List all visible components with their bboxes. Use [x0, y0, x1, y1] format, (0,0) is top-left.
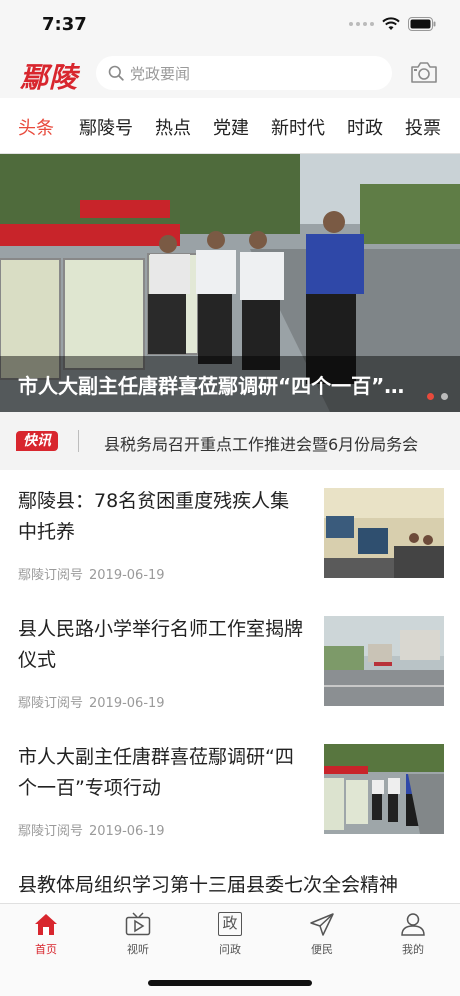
tabbar-politics[interactable]: 政 问政: [200, 912, 260, 957]
tab-hot[interactable]: 热点: [155, 114, 191, 140]
app-header: 鄢陵 党政要闻: [0, 50, 460, 98]
news-item[interactable]: 鄢陵县：78名贫困重度残疾人集中托养 鄢陵订阅号 2019-06-19: [0, 486, 460, 614]
banner-caption: 市人大副主任唐群喜莅鄢调研“四个一百”专项行动: [0, 356, 460, 412]
banner-carousel[interactable]: 市人大副主任唐群喜莅鄢调研“四个一百”专项行动: [0, 154, 460, 412]
news-source: 鄢陵订阅号: [18, 824, 84, 839]
news-thumbnail[interactable]: [324, 616, 444, 706]
news-thumbnail-image: [324, 744, 444, 834]
home-indicator: [148, 980, 312, 986]
search-icon: [108, 65, 124, 81]
app-logo: 鄢陵: [20, 61, 79, 94]
tabbar-label: 首页: [35, 943, 57, 956]
user-icon: [401, 913, 425, 936]
news-title[interactable]: 鄢陵县：78名贫困重度残疾人集中托养: [18, 486, 308, 548]
search-input[interactable]: 党政要闻: [96, 56, 392, 90]
status-time: 7:37: [42, 14, 87, 35]
carousel-indicator: [427, 393, 448, 400]
tab-yanling-account[interactable]: 鄢陵号: [79, 114, 133, 140]
search-placeholder: 党政要闻: [130, 64, 191, 83]
home-icon: [35, 914, 57, 935]
camera-button[interactable]: [410, 60, 438, 88]
news-thumbnail-image: [324, 488, 444, 578]
news-thumbnail[interactable]: [324, 744, 444, 834]
tab-vote[interactable]: 投票: [405, 114, 441, 140]
wifi-icon: [382, 17, 400, 30]
tabbar-label: 问政: [219, 943, 241, 956]
news-title[interactable]: 市人大副主任唐群喜莅鄢调研“四个一百”专项行动: [18, 742, 308, 804]
tab-party-building[interactable]: 党建: [213, 114, 249, 140]
tabbar-label: 我的: [402, 943, 424, 956]
news-date: 2019-06-19: [89, 696, 165, 711]
tv-icon: [125, 912, 151, 936]
tabbar-profile[interactable]: 我的: [383, 912, 443, 957]
news-thumbnail[interactable]: [324, 488, 444, 578]
flash-badge: 快讯: [16, 431, 58, 451]
news-source: 鄢陵订阅号: [18, 568, 84, 583]
tabbar-home[interactable]: 首页: [16, 912, 76, 957]
battery-icon: [408, 17, 436, 31]
signal-icon: [349, 22, 374, 26]
tabbar-services[interactable]: 便民: [292, 912, 352, 957]
news-source: 鄢陵订阅号: [18, 696, 84, 711]
news-meta: 鄢陵订阅号 2019-06-19: [18, 692, 165, 711]
flash-news-text[interactable]: 县税务局召开重点工作推进会暨6月份局务会: [104, 431, 418, 455]
send-icon: [310, 913, 334, 936]
news-item[interactable]: 市人大副主任唐群喜莅鄢调研“四个一百”专项行动 鄢陵订阅号 2019-06-19: [0, 742, 460, 870]
news-meta: 鄢陵订阅号 2019-06-19: [18, 564, 165, 583]
category-tabs: 头条 鄢陵号 热点 党建 新时代 时政 投票: [0, 98, 460, 154]
carousel-dot-1[interactable]: [427, 393, 434, 400]
news-date: 2019-06-19: [89, 824, 165, 839]
tabbar-label: 视听: [127, 943, 149, 956]
news-title[interactable]: 县人民路小学举行名师工作室揭牌仪式: [18, 614, 308, 676]
news-item[interactable]: 县人民路小学举行名师工作室揭牌仪式 鄢陵订阅号 2019-06-19: [0, 614, 460, 742]
carousel-dot-2[interactable]: [441, 393, 448, 400]
politics-icon: 政: [218, 912, 242, 936]
news-thumbnail-image: [324, 616, 444, 706]
news-title[interactable]: 县教体局组织学习第十三届县委七次全会精神: [18, 870, 398, 897]
status-icons: [349, 17, 436, 31]
tab-headline[interactable]: 头条: [18, 114, 54, 140]
tab-politics[interactable]: 时政: [347, 114, 383, 140]
status-bar: 7:37: [0, 0, 460, 50]
tabbar-media[interactable]: 视听: [108, 912, 168, 957]
news-date: 2019-06-19: [89, 568, 165, 583]
divider: [78, 430, 79, 452]
tabbar-label: 便民: [311, 943, 333, 956]
banner-title: 市人大副主任唐群喜莅鄢调研“四个一百”专项行动: [18, 374, 418, 398]
flash-news-bar[interactable]: 快讯 县税务局召开重点工作推进会暨6月份局务会: [0, 412, 460, 470]
tab-new-era[interactable]: 新时代: [271, 114, 325, 140]
news-meta: 鄢陵订阅号 2019-06-19: [18, 820, 165, 839]
camera-icon: [411, 62, 437, 83]
